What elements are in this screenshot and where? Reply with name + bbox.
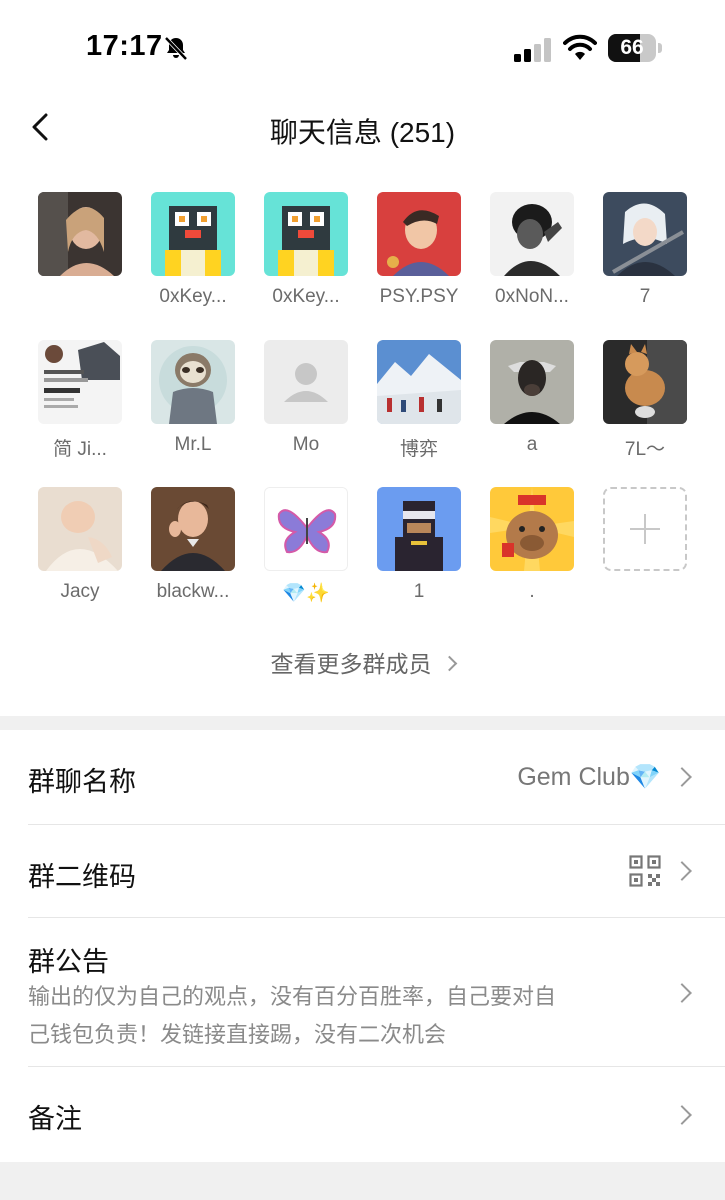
member-name: 0xKey... bbox=[272, 286, 340, 307]
remark-label: 备注 bbox=[28, 1104, 82, 1134]
member-avatar[interactable] bbox=[377, 192, 461, 276]
member-name: 1 bbox=[413, 581, 425, 602]
member-name: PSY.PSY bbox=[379, 286, 459, 307]
member-item[interactable]: 0xNoN... bbox=[482, 192, 582, 312]
announcement-line: 己钱包负责！发链接直接踢，没有二次机会 bbox=[28, 1022, 447, 1047]
wifi-icon bbox=[563, 34, 597, 60]
status-time: 17:17 bbox=[86, 30, 163, 62]
chevron-right-icon bbox=[672, 767, 692, 787]
member-avatar[interactable] bbox=[377, 340, 461, 424]
member-item[interactable]: Jacy bbox=[30, 487, 130, 607]
page-title: 聊天信息 (251) bbox=[269, 117, 456, 148]
member-name: 0xNoN... bbox=[495, 286, 569, 307]
group-qr-code-label: 群二维码 bbox=[28, 862, 136, 892]
group-announcement-label: 群公告 bbox=[28, 947, 109, 977]
view-more-members-label: 查看更多群成员 bbox=[270, 651, 432, 677]
member-avatar[interactable] bbox=[490, 487, 574, 571]
member-avatar[interactable] bbox=[490, 340, 574, 424]
member-avatar[interactable] bbox=[151, 340, 235, 424]
member-avatar[interactable] bbox=[490, 192, 574, 276]
member-name: 7 bbox=[639, 286, 651, 307]
member-item[interactable]: blackw... bbox=[143, 487, 243, 607]
chevron-right-icon bbox=[672, 983, 692, 1003]
member-name: 💎✨ bbox=[282, 583, 330, 604]
member-name: 0xKey... bbox=[159, 286, 227, 307]
member-avatar[interactable] bbox=[151, 192, 235, 276]
member-name: . bbox=[529, 581, 535, 602]
member-item[interactable]: . bbox=[482, 487, 582, 607]
member-name: blackw... bbox=[156, 581, 230, 602]
member-avatar[interactable] bbox=[38, 340, 122, 424]
member-item[interactable]: 7L～ bbox=[595, 340, 695, 460]
group-name-label: 群聊名称 bbox=[28, 767, 136, 797]
member-name: Jacy bbox=[60, 581, 100, 602]
battery-level: 66 bbox=[620, 36, 644, 59]
plus-icon[interactable] bbox=[603, 487, 687, 571]
add-member-button[interactable] bbox=[595, 487, 695, 607]
section-divider bbox=[0, 1162, 725, 1200]
member-item[interactable]: 0xKey... bbox=[143, 192, 243, 312]
member-item[interactable]: 简 Ji... bbox=[30, 340, 130, 460]
member-item[interactable] bbox=[30, 192, 130, 312]
group-announcement-row[interactable]: 群公告 输出的仅为自己的观点，没有百分百胜率，自己要对自 己钱包负责！发链接直接… bbox=[0, 918, 725, 1066]
qr-code-icon bbox=[629, 855, 661, 887]
member-item[interactable]: a bbox=[482, 340, 582, 460]
member-avatar[interactable] bbox=[38, 487, 122, 571]
member-name: Mo bbox=[292, 434, 320, 455]
member-item[interactable]: 1 bbox=[369, 487, 469, 607]
member-item[interactable]: 博弈 bbox=[369, 340, 469, 460]
nav-bar: 聊天信息 (251) bbox=[0, 95, 725, 165]
member-name: 7L～ bbox=[624, 439, 666, 460]
announcement-line: 输出的仅为自己的观点，没有百分百胜率，自己要对自 bbox=[28, 984, 557, 1009]
member-avatar[interactable] bbox=[38, 192, 122, 276]
member-item[interactable]: PSY.PSY bbox=[369, 192, 469, 312]
group-announcement-text: 输出的仅为自己的观点，没有百分百胜率，自己要对自 己钱包负责！发链接直接踢，没有… bbox=[28, 978, 658, 1054]
bell-muted-icon bbox=[164, 36, 188, 61]
chevron-right-icon bbox=[672, 1105, 692, 1125]
member-avatar[interactable] bbox=[603, 192, 687, 276]
remark-row[interactable]: 备注 bbox=[0, 1067, 725, 1161]
member-avatar[interactable] bbox=[264, 192, 348, 276]
member-name: 博弈 bbox=[399, 439, 438, 460]
member-item[interactable]: 0xKey... bbox=[256, 192, 356, 312]
battery-indicator: 66 bbox=[608, 34, 662, 62]
chevron-right-icon bbox=[672, 861, 692, 881]
member-item[interactable]: Mo bbox=[256, 340, 356, 460]
status-bar: 17:17 66 bbox=[0, 0, 725, 95]
section-divider bbox=[0, 716, 725, 730]
default-user-icon[interactable] bbox=[264, 340, 348, 424]
member-avatar[interactable] bbox=[151, 487, 235, 571]
member-name: Mr.L bbox=[174, 434, 212, 455]
cellular-signal-icon bbox=[514, 38, 551, 62]
member-item[interactable]: 7 bbox=[595, 192, 695, 312]
chevron-right-icon bbox=[441, 655, 457, 672]
group-name-row[interactable]: 群聊名称 Gem Club💎 bbox=[0, 730, 725, 824]
member-avatar[interactable] bbox=[264, 487, 348, 571]
group-qr-code-row[interactable]: 群二维码 bbox=[0, 825, 725, 917]
group-name-value: Gem Club💎 bbox=[517, 763, 661, 791]
member-avatar[interactable] bbox=[603, 340, 687, 424]
member-avatar[interactable] bbox=[377, 487, 461, 571]
member-name: 简 Ji... bbox=[53, 439, 107, 460]
member-item[interactable]: 💎✨ bbox=[256, 487, 356, 607]
member-item[interactable]: Mr.L bbox=[143, 340, 243, 460]
member-name: a bbox=[526, 434, 538, 455]
view-more-members-link[interactable]: 查看更多群成员 bbox=[0, 645, 725, 679]
